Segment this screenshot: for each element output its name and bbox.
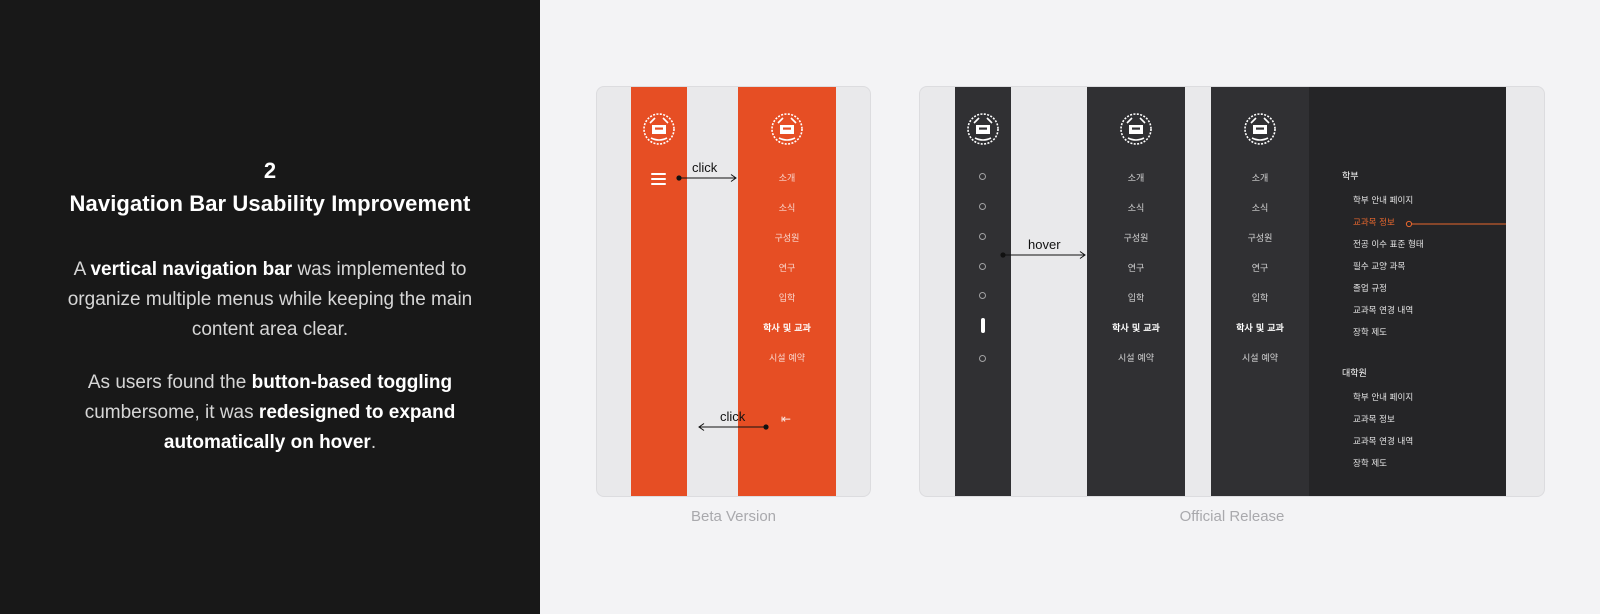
emphasis-text: vertical navigation bar [90,259,293,280]
body-text: . [370,432,377,453]
description-panel: 2 Navigation Bar Usability Improvement A… [0,0,540,614]
body-text: A [73,259,91,280]
section-title: Navigation Bar Usability Improvement [69,191,471,216]
official-annotation-arrows [1000,220,1506,259]
hover-annotation: hover [1028,237,1061,252]
description-paragraph-1: A vertical navigation bar was implemente… [55,255,485,345]
section-number: 2 [263,158,277,183]
official-release-caption: Official Release [1179,508,1285,525]
beta-version-caption: Beta Version [690,508,777,525]
click-close-annotation: click [720,409,746,424]
official-release-mockup: 소개 소식 구성원 연구 입학 학사 및 교과 시설 예약 소개 소식 구성원 … [919,86,1545,497]
beta-annotation-arrows [676,174,769,431]
emphasis-text: button-based toggling [251,372,453,393]
description-paragraph-2: As users found the button-based toggling… [55,368,485,458]
beta-version-mockup: 소개 소식 구성원 연구 입학 학사 및 교과 시설 예약 ⇤ click cl… [596,86,871,497]
body-text: As users found the [87,372,252,393]
body-text: cumbersome, it was [84,402,259,423]
click-open-annotation: click [692,160,718,175]
